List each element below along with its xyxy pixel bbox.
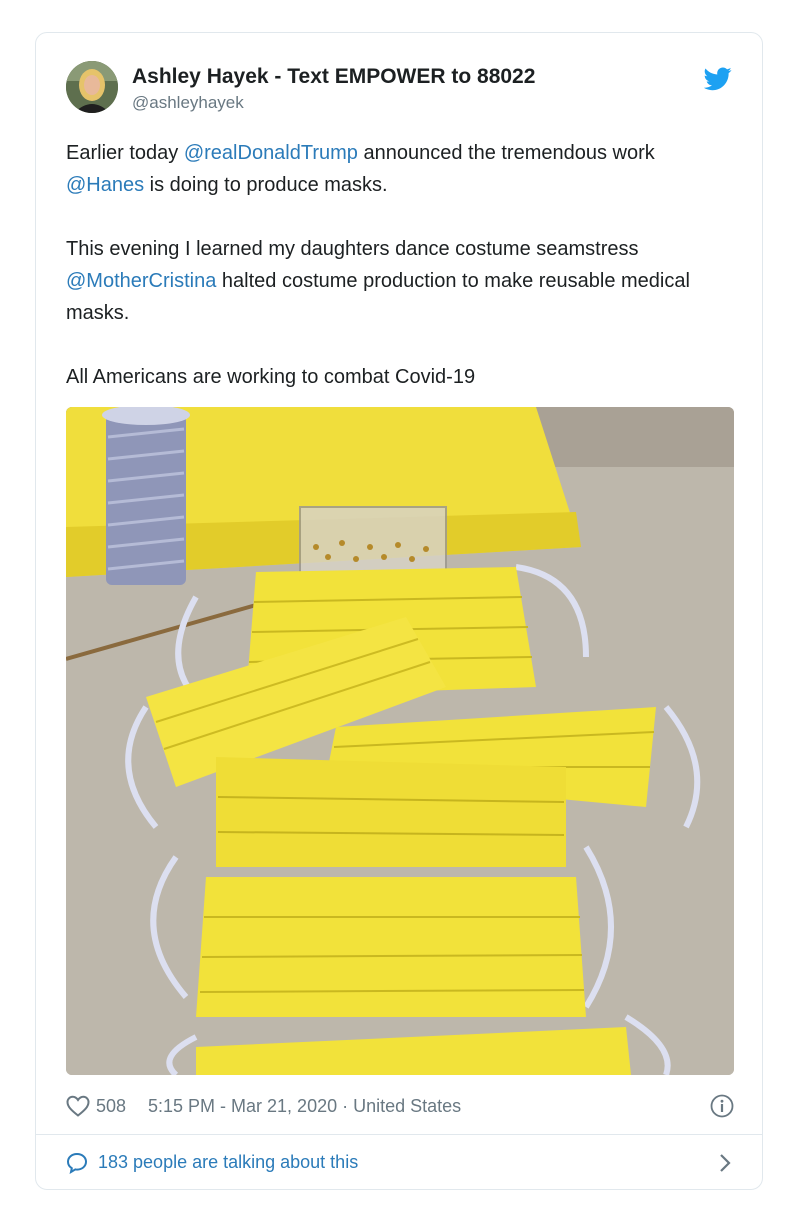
tweet-paragraph-1: Earlier today @realDonaldTrump announced…: [66, 137, 736, 201]
mention-link[interactable]: @MotherCristina: [66, 270, 216, 292]
author-name[interactable]: Ashley Hayek - Text EMPOWER to 88022: [132, 65, 535, 89]
chevron-right-icon[interactable]: [718, 1153, 732, 1173]
conversation-count[interactable]: 183 people are talking about this: [98, 1152, 358, 1173]
text-span: Earlier today: [66, 142, 184, 164]
tweet-paragraph-2: This evening I learned my daughters danc…: [66, 233, 736, 329]
mention-link[interactable]: @realDonaldTrump: [184, 142, 358, 164]
speech-bubble-icon: [66, 1152, 88, 1175]
tweet-timestamp[interactable]: 5:15 PM - Mar 21, 2020 · United States: [148, 1096, 461, 1117]
tweet-header: Ashley Hayek - Text EMPOWER to 88022 @as…: [66, 61, 734, 117]
mention-link[interactable]: @Hanes: [66, 174, 144, 196]
conversation-link[interactable]: 183 people are talking about this: [66, 1149, 736, 1177]
divider: [36, 1134, 762, 1135]
text-span: is doing to produce masks.: [144, 174, 388, 196]
like-count[interactable]: 508: [96, 1096, 126, 1117]
tweet-paragraph-3: All Americans are working to combat Covi…: [66, 366, 476, 388]
embedded-tweet-card[interactable]: Ashley Hayek - Text EMPOWER to 88022 @as…: [35, 32, 763, 1190]
info-icon[interactable]: [710, 1094, 734, 1118]
author-handle[interactable]: @ashleyhayek: [132, 93, 244, 113]
author-avatar[interactable]: [66, 61, 118, 113]
tweet-photo[interactable]: [66, 407, 734, 1075]
twitter-bird-icon[interactable]: [703, 67, 732, 91]
text-span: announced the tremendous work: [357, 142, 655, 164]
tweet-text: Earlier today @realDonaldTrump announced…: [66, 137, 736, 393]
text-span: This evening I learned my daughters danc…: [66, 238, 639, 260]
heart-icon[interactable]: [66, 1095, 90, 1117]
tweet-meta: 508 5:15 PM - Mar 21, 2020 · United Stat…: [66, 1093, 736, 1121]
